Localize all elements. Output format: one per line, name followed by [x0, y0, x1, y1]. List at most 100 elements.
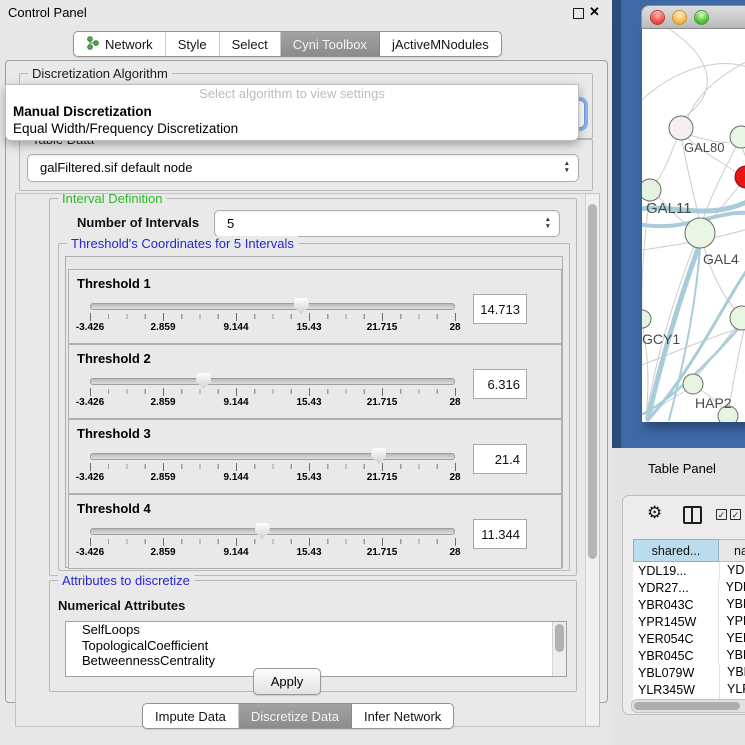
- tick-label: 21.715: [367, 322, 398, 333]
- tab-cyni-toolbox[interactable]: Cyni Toolbox: [281, 32, 380, 56]
- tick-label: 21.715: [367, 397, 398, 408]
- tick-label: 21.715: [367, 472, 398, 483]
- node-label: GCY1: [642, 331, 680, 347]
- table-row[interactable]: YDR27...YDR2: [633, 579, 745, 596]
- slider-track[interactable]: [90, 303, 455, 310]
- slider-thumb[interactable]: [294, 298, 309, 314]
- list-item[interactable]: TopologicalCoefficient: [66, 638, 566, 654]
- node-label: GAL80: [684, 140, 724, 155]
- node-gal4[interactable]: [685, 218, 715, 248]
- settings-vertical-scrollbar[interactable]: [585, 194, 599, 726]
- slider-track[interactable]: [90, 528, 455, 535]
- node-ga[interactable]: [730, 126, 745, 148]
- attributes-group-title: Attributes to discretize: [58, 573, 194, 588]
- tick-label: -3.426: [76, 547, 104, 558]
- scrollbar-thumb[interactable]: [588, 204, 597, 559]
- tick-label: 9.144: [223, 322, 248, 333]
- table-row[interactable]: YER054CYER0: [633, 630, 745, 647]
- scrollbar-thumb[interactable]: [555, 624, 564, 652]
- node-gal80[interactable]: [669, 116, 693, 140]
- tab-select[interactable]: Select: [220, 32, 281, 56]
- tab-discretize-data[interactable]: Discretize Data: [239, 704, 352, 728]
- slider-minor-ticks: [90, 464, 456, 469]
- threshold-3-label: Threshold 3: [77, 426, 151, 441]
- tick-label: -3.426: [76, 322, 104, 333]
- checkbox-icon[interactable]: ✓: [730, 509, 741, 520]
- gear-icon[interactable]: ⚙: [647, 503, 662, 523]
- threshold-2-value-field[interactable]: 6.316: [473, 369, 527, 399]
- table-row[interactable]: YBR043CYBR0: [633, 596, 745, 613]
- control-panel-titlebar: Control Panel ✕: [0, 0, 612, 26]
- slider-track[interactable]: [90, 453, 455, 460]
- node-red-selected[interactable]: [735, 166, 745, 188]
- table-panel-card: ⚙ ✓ ✓ shared... na YDL19...YDL1 YDR27...…: [622, 495, 745, 715]
- tick-label: 15.43: [296, 322, 321, 333]
- table-row[interactable]: YBR045CYBR0: [633, 647, 745, 664]
- tick-label: 2.859: [150, 397, 175, 408]
- tick-label: 28: [449, 472, 460, 483]
- checkbox-icon[interactable]: ✓: [716, 509, 727, 520]
- table-data-combo[interactable]: galFiltered.sif default node ▲▼: [27, 154, 579, 182]
- table-horizontal-scrollbar[interactable]: [631, 699, 745, 713]
- tab-infer-network[interactable]: Infer Network: [352, 704, 453, 728]
- column-header-shared-name[interactable]: shared...: [633, 539, 719, 562]
- algorithm-dropdown-popup: Select algorithm to view settings Manual…: [5, 84, 579, 141]
- list-item[interactable]: BetweennessCentrality: [66, 653, 566, 669]
- tick-label: 28: [449, 547, 460, 558]
- table-data-combo-value: galFiltered.sif default node: [40, 155, 192, 180]
- tab-style[interactable]: Style: [166, 32, 220, 56]
- table-row[interactable]: YBL079WYBL0: [633, 664, 745, 681]
- threshold-3-slider[interactable]: -3.426 2.859 9.144 15.43 21.715 28: [90, 450, 455, 484]
- column-header-name[interactable]: na: [719, 539, 745, 562]
- minimize-traffic-light-icon[interactable]: [672, 10, 687, 25]
- popup-item-equal-width-frequency[interactable]: Equal Width/Frequency Discretization: [6, 120, 578, 137]
- table-row[interactable]: YDL19...YDL1: [633, 562, 745, 579]
- tab-network[interactable]: Network: [74, 32, 166, 56]
- threshold-3-panel: Threshold 3 -3.426 2.859 9.144 15.43: [68, 419, 562, 494]
- node-gcy1[interactable]: [642, 310, 651, 328]
- list-scrollbar[interactable]: [552, 622, 566, 676]
- node-h[interactable]: [730, 306, 745, 330]
- discretization-algorithm-group-title: Discretization Algorithm: [28, 66, 172, 81]
- table-row[interactable]: YLR345WYLR3: [633, 681, 745, 698]
- threshold-1-value-field[interactable]: 14.713: [473, 294, 527, 324]
- table-panel-title: Table Panel: [648, 461, 716, 476]
- list-item[interactable]: SelfLoops: [66, 622, 566, 638]
- tab-impute-data[interactable]: Impute Data: [143, 704, 239, 728]
- slider-thumb[interactable]: [255, 523, 270, 539]
- threshold-4-label: Threshold 4: [77, 501, 151, 516]
- threshold-2-label: Threshold 2: [77, 351, 151, 366]
- network-window-titlebar[interactable]: [641, 5, 745, 29]
- table-row[interactable]: YPR145WYPR1: [633, 613, 745, 630]
- scrollbar-thumb[interactable]: [634, 702, 740, 710]
- slider-thumb[interactable]: [196, 373, 211, 389]
- tick-label: -3.426: [76, 472, 104, 483]
- node-hap2[interactable]: [683, 374, 703, 394]
- close-icon[interactable]: ✕: [589, 4, 600, 20]
- network-graph-icon: [86, 36, 99, 53]
- threshold-1-slider[interactable]: -3.426 2.859 9.144 15.43 21.715 28: [90, 300, 455, 334]
- tick-label: 9.144: [223, 472, 248, 483]
- zoom-traffic-light-icon[interactable]: [694, 10, 709, 25]
- popup-hint: Select algorithm to view settings: [6, 85, 578, 103]
- slider-track[interactable]: [90, 378, 455, 385]
- popup-item-manual-discretization[interactable]: Manual Discretization: [6, 103, 578, 120]
- close-traffic-light-icon[interactable]: [650, 10, 665, 25]
- top-tab-bar: Network Style Select Cyni Toolbox jActiv…: [73, 31, 502, 57]
- apply-button[interactable]: Apply: [253, 668, 321, 695]
- split-columns-icon[interactable]: [683, 506, 702, 524]
- threshold-4-slider[interactable]: -3.426 2.859 9.144 15.43 21.715 28: [90, 525, 455, 559]
- tab-jactivemnodules[interactable]: jActiveMNodules: [380, 32, 501, 56]
- tick-label: 2.859: [150, 547, 175, 558]
- node-gal11[interactable]: [642, 179, 661, 201]
- number-of-intervals-combo[interactable]: 5 ▲▼: [214, 210, 560, 237]
- network-canvas[interactable]: GAL80 GA C GAL11 GAL4 GCY1 H HAP2: [642, 29, 745, 422]
- threshold-3-value-field[interactable]: 21.4: [473, 444, 527, 474]
- slider-thumb[interactable]: [371, 448, 386, 464]
- thresholds-group-title: Threshold's Coordinates for 5 Intervals: [67, 236, 298, 251]
- threshold-1-panel: Threshold 1 -3.426 2.859 9.144 15.43: [68, 269, 562, 344]
- threshold-4-value-field[interactable]: 11.344: [473, 519, 527, 549]
- float-window-icon[interactable]: [573, 8, 584, 19]
- tick-label: 9.144: [223, 397, 248, 408]
- threshold-2-slider[interactable]: -3.426 2.859 9.144 15.43 21.715 28: [90, 375, 455, 409]
